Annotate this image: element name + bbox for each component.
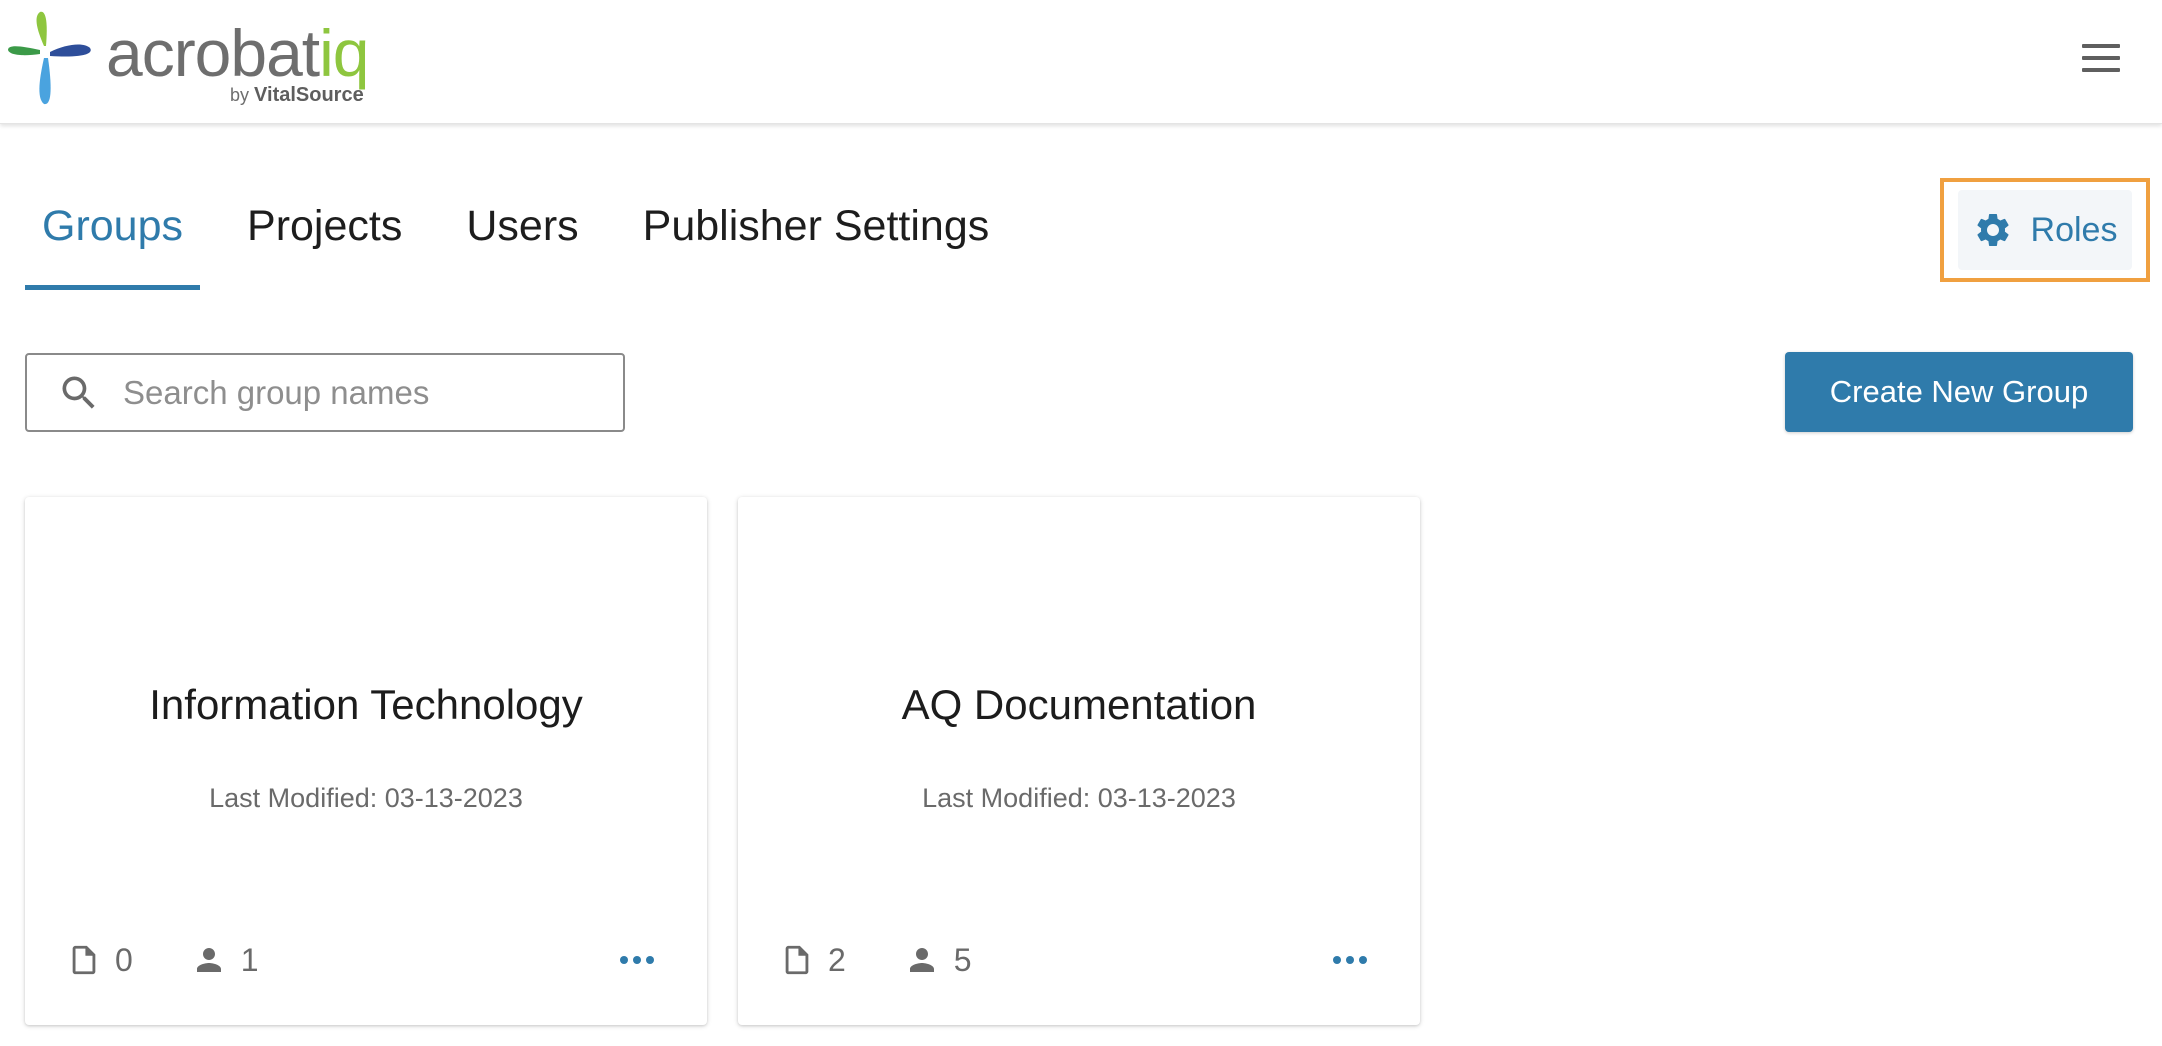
tab-users[interactable]: Users — [449, 180, 595, 290]
group-name: AQ Documentation — [901, 681, 1257, 728]
group-card-footer: 0 1 — [67, 935, 667, 985]
group-card-footer: 2 5 — [780, 935, 1380, 985]
tab-publisher-settings[interactable]: Publisher Settings — [626, 180, 1007, 290]
main-tabs: Groups Projects Users Publisher Settings — [25, 180, 1036, 290]
group-card[interactable]: AQ Documentation Last Modified: 03-13-20… — [738, 497, 1420, 1025]
logo-mark-icon — [8, 11, 91, 105]
group-name: Information Technology — [149, 681, 583, 728]
project-count-value: 2 — [828, 941, 846, 978]
roles-button-label: Roles — [2030, 210, 2118, 249]
user-count-value: 5 — [953, 941, 972, 978]
roles-button[interactable]: Roles — [1958, 190, 2132, 270]
user-count: 5 — [904, 942, 972, 979]
group-last-modified: Last Modified: 03-13-2023 — [209, 783, 523, 813]
document-icon — [785, 945, 809, 975]
group-card[interactable]: Information Technology Last Modified: 03… — [25, 497, 707, 1025]
search-box[interactable] — [25, 353, 625, 432]
person-icon — [196, 948, 221, 972]
project-count: 0 — [67, 941, 133, 979]
logo-byline: by VitalSource — [230, 84, 364, 106]
project-count: 2 — [780, 941, 846, 979]
logo-wordmark: acrobatiq — [106, 16, 370, 90]
more-options-icon[interactable] — [1320, 940, 1380, 980]
document-icon — [72, 945, 96, 975]
hamburger-menu-icon[interactable] — [2082, 44, 2122, 72]
project-count-value: 0 — [115, 941, 133, 978]
tab-projects[interactable]: Projects — [230, 180, 419, 290]
user-count: 1 — [191, 942, 259, 979]
search-icon — [62, 376, 95, 409]
search-input[interactable] — [121, 372, 591, 413]
tab-groups[interactable]: Groups — [25, 180, 201, 290]
gear-icon — [1976, 213, 2009, 246]
user-count-value: 1 — [240, 941, 259, 978]
more-options-icon[interactable] — [607, 940, 667, 980]
acrobatiq-logo[interactable]: acrobatiq by VitalSource — [6, 8, 370, 108]
group-last-modified: Last Modified: 03-13-2023 — [922, 783, 1236, 813]
person-icon — [909, 948, 934, 972]
create-new-group-button[interactable]: Create New Group — [1785, 352, 2133, 432]
app-header: acrobatiq by VitalSource — [0, 0, 2162, 124]
